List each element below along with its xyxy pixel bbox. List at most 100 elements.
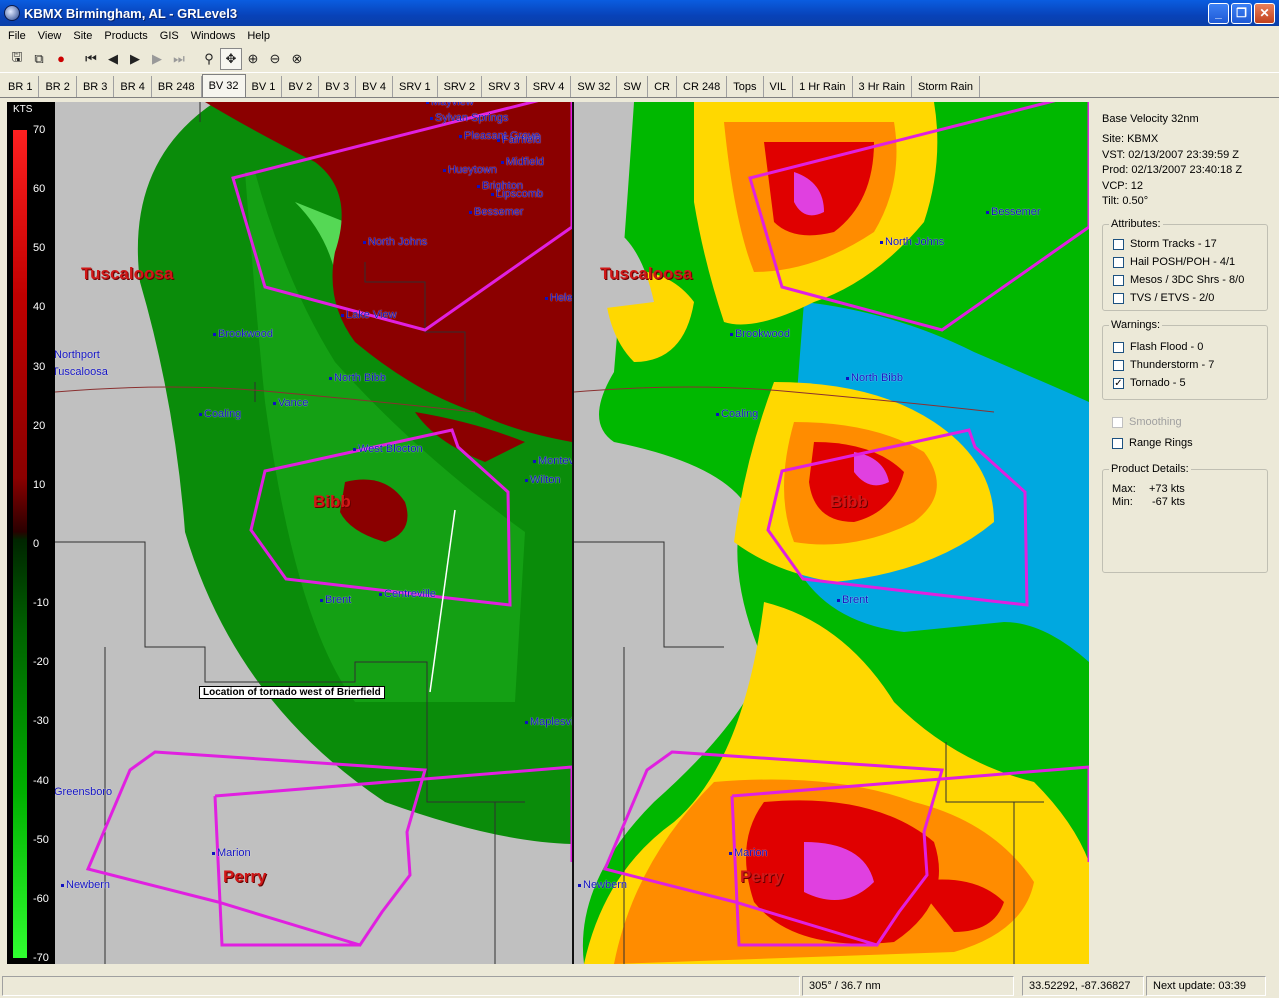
copy-icon[interactable]: ⧉ [28, 48, 50, 70]
tab-br-3[interactable]: BR 3 [76, 76, 115, 97]
county-label-tuscaloosa: Tuscaloosa [81, 264, 174, 283]
minimize-button[interactable]: _ [1208, 2, 1229, 24]
tab-1-hr-rain[interactable]: 1 Hr Rain [793, 76, 853, 97]
tab-cr-248[interactable]: CR 248 [677, 76, 728, 97]
status-empty [2, 976, 800, 996]
radar-panel-velocity[interactable]: Tuscaloosa Bibb Perry North Johns Lake V… [55, 102, 572, 964]
menu-windows[interactable]: Windows [185, 30, 242, 42]
tab-bv-4[interactable]: BV 4 [356, 76, 393, 97]
max-value: +73 kts [1149, 483, 1185, 495]
county-label-perry: Perry [223, 867, 267, 886]
play-icon[interactable]: ▶ [124, 48, 146, 70]
city-label: Brookwood [213, 328, 273, 340]
tornado-checkbox[interactable]: ✓ Tornado - 5 [1113, 377, 1186, 389]
thunderstorm-checkbox[interactable]: Thunderstorm - 7 [1113, 359, 1214, 371]
smoothing-checkbox[interactable]: Smoothing [1112, 416, 1182, 428]
last-frame-icon[interactable]: ⏭ [168, 48, 190, 70]
city-label: Brent [320, 594, 351, 606]
max-label: Max: [1112, 483, 1136, 495]
menu-products[interactable]: Products [98, 30, 153, 42]
tab-srv-3[interactable]: SRV 3 [482, 76, 527, 97]
tvs-checkbox[interactable]: TVS / ETVS - 2/0 [1113, 292, 1214, 304]
tab-sw-32[interactable]: SW 32 [571, 76, 618, 97]
menu-view[interactable]: View [32, 30, 68, 42]
scale-label: 30 [33, 360, 46, 373]
menu-site[interactable]: Site [67, 30, 98, 42]
next-frame-icon[interactable]: ▶ [146, 48, 168, 70]
tab-srv-1[interactable]: SRV 1 [392, 76, 438, 97]
menu-gis[interactable]: GIS [154, 30, 185, 42]
checkbox-box [1112, 416, 1123, 428]
app-icon [4, 5, 20, 21]
radar-panel-reflectivity[interactable]: Tuscaloosa Bibb Perry Bessemer North Joh… [574, 102, 1089, 964]
tab-bv-32[interactable]: BV 32 [201, 74, 246, 97]
tab-srv-4[interactable]: SRV 4 [526, 76, 572, 97]
tab-srv-2[interactable]: SRV 2 [437, 76, 483, 97]
tab-vil[interactable]: VIL [763, 76, 794, 97]
tab-bv-2[interactable]: BV 2 [282, 76, 320, 97]
toolbar: 🖫 ⧉ ● ⏮ ◀ ▶ ▶ ⏭ ⚲ ✥ ⊕ ⊖ ⊗ [0, 45, 1279, 73]
prev-frame-icon[interactable]: ◀ [102, 48, 124, 70]
pan-icon[interactable]: ✥ [220, 47, 242, 70]
city-label: Mayview [426, 102, 474, 108]
tab-3-hr-rain[interactable]: 3 Hr Rain [852, 76, 912, 97]
zoom-reset-icon[interactable]: ⊗ [286, 48, 308, 70]
status-next-update: Next update: 03:39 [1146, 976, 1266, 996]
menu-bar: File View Site Products GIS Windows Help [0, 26, 1279, 45]
tab-bv-1[interactable]: BV 1 [245, 76, 283, 97]
checkbox-box [1113, 238, 1124, 250]
city-label: Bessemer [986, 206, 1041, 218]
range-rings-checkbox[interactable]: Range Rings [1112, 437, 1193, 449]
city-label: Brent [837, 594, 868, 606]
scale-color-bar [13, 130, 27, 958]
tab-tops[interactable]: Tops [727, 76, 764, 97]
tab-br-248[interactable]: BR 248 [151, 76, 202, 97]
tab-bv-3[interactable]: BV 3 [319, 76, 357, 97]
city-label: Vance [273, 397, 308, 409]
scale-label: 10 [33, 478, 46, 491]
product-tabs: BR 1 BR 2 BR 3 BR 4 BR 248 BV 32 BV 1 BV 2 BV 3B… [0, 74, 1279, 98]
maximize-button[interactable]: ❐ [1231, 2, 1252, 24]
tab-br-1[interactable]: BR 1 [2, 76, 40, 97]
tab-br-2[interactable]: BR 2 [39, 76, 77, 97]
city-label: Newbern [61, 879, 110, 891]
checkbox-box [1113, 274, 1124, 286]
status-bar: 305° / 36.7 nm 33.52292, -87.36827 Next … [0, 974, 1279, 998]
city-label: Sylvan Springs [430, 112, 508, 124]
open-icon[interactable]: 🖫 [6, 48, 28, 70]
window-title: KBMX Birmingham, AL - GRLevel3 [24, 5, 238, 21]
checkbox-box: ✓ [1113, 377, 1124, 389]
tab-br-4[interactable]: BR 4 [114, 76, 152, 97]
tab-sw[interactable]: SW [617, 76, 649, 97]
first-frame-icon[interactable]: ⏮ [80, 48, 102, 70]
zoom-out-icon[interactable]: ⊖ [264, 48, 286, 70]
tornado-location-annotation: Location of tornado west of Brierfield [199, 686, 385, 699]
close-button[interactable]: ✕ [1254, 2, 1275, 24]
reflectivity-map [574, 102, 1089, 964]
storm-tracks-checkbox[interactable]: Storm Tracks - 17 [1113, 238, 1217, 250]
city-label: Lipscomb [491, 188, 543, 200]
mesos-checkbox[interactable]: Mesos / 3DC Shrs - 8/0 [1113, 274, 1244, 286]
menu-help[interactable]: Help [241, 30, 276, 42]
city-label: Coaling [199, 408, 241, 420]
scale-label: -20 [33, 656, 49, 669]
city-label: Bessemer [469, 206, 524, 218]
checkbox-box [1113, 292, 1124, 304]
scale-label: 20 [33, 419, 46, 432]
hail-checkbox[interactable]: Hail POSH/POH - 4/1 [1113, 256, 1235, 268]
city-label: Lake View [341, 309, 397, 321]
zoom-in-icon[interactable]: ⊕ [242, 48, 264, 70]
checkbox-box [1113, 341, 1124, 353]
checkbox-box [1113, 359, 1124, 371]
delete-icon[interactable]: ● [50, 48, 72, 70]
zoom-icon[interactable]: ⚲ [198, 48, 220, 70]
product-name: Base Velocity 32nm [1102, 113, 1199, 125]
menu-file[interactable]: File [2, 30, 32, 42]
site-info: Site: KBMX [1102, 133, 1159, 145]
flash-flood-checkbox[interactable]: Flash Flood - 0 [1113, 341, 1203, 353]
scale-label: -60 [33, 892, 49, 905]
tab-cr[interactable]: CR [648, 76, 677, 97]
city-label: Fairfield [497, 134, 541, 146]
tab-storm-rain[interactable]: Storm Rain [912, 76, 981, 97]
vcp-info: VCP: 12 [1102, 180, 1143, 192]
